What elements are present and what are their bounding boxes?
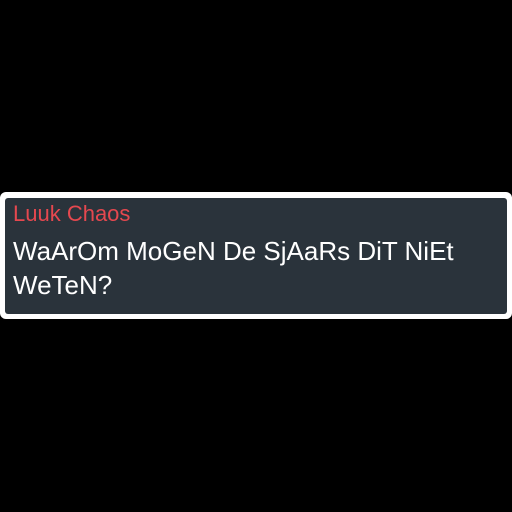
sender-name: Luuk Chaos bbox=[13, 201, 131, 226]
sticker-canvas: Luuk Chaos WaArOm MoGeN De SjAaRs DiT Ni… bbox=[0, 0, 512, 512]
message-bubble: Luuk Chaos WaArOm MoGeN De SjAaRs DiT Ni… bbox=[5, 198, 507, 314]
message-text: WaArOm MoGeN De SjAaRs DiT NiEt WeTeN? bbox=[13, 236, 454, 300]
